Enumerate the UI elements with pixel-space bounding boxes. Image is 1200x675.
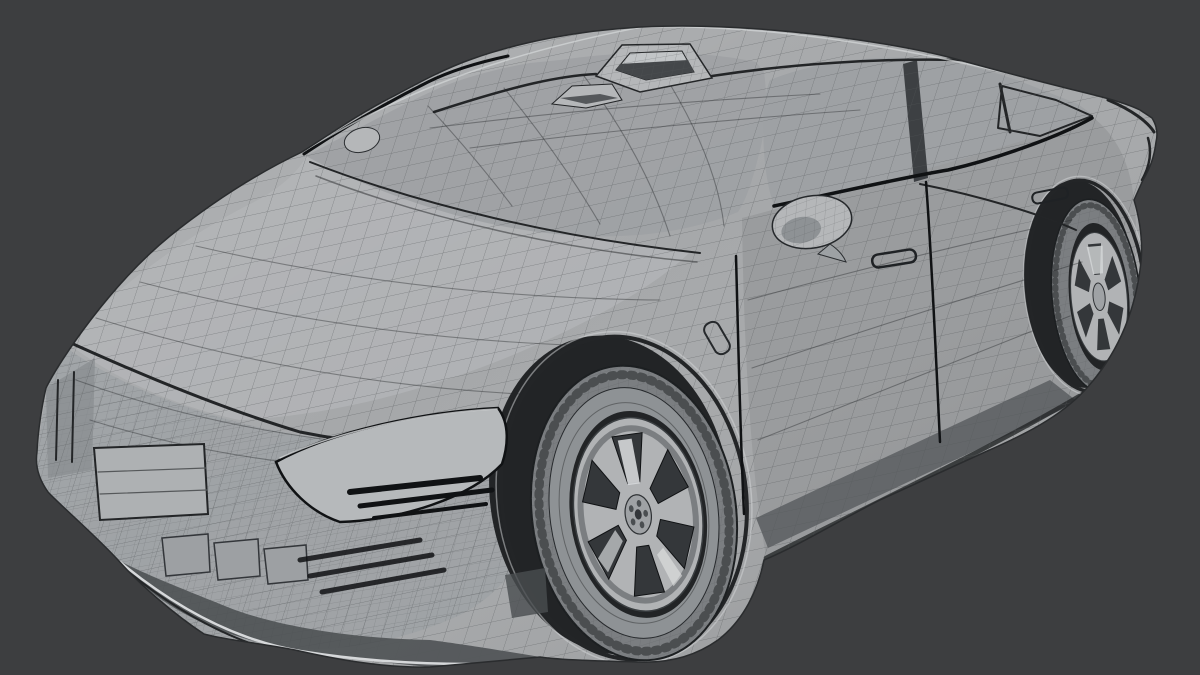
bumper-notch — [505, 568, 548, 618]
bumper-step — [263, 544, 309, 585]
viewport-3d[interactable] — [0, 0, 1200, 675]
license-plate-panel — [92, 442, 210, 522]
bumper-step — [161, 533, 211, 577]
wireframe-car-render[interactable] — [0, 0, 1200, 675]
bumper-step — [213, 538, 261, 581]
